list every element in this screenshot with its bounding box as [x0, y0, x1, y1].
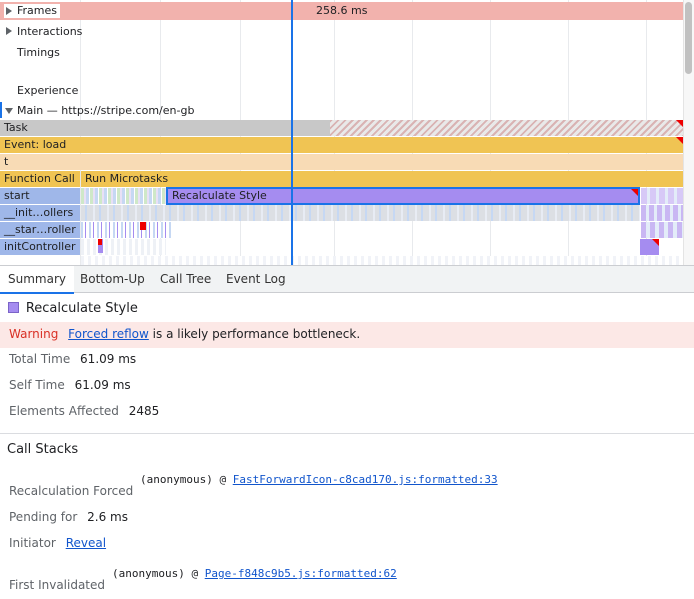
timings-track[interactable]: Timings [0, 44, 683, 62]
total-time-label: Total Time [9, 352, 71, 366]
run-microtasks-label: Run Microtasks [85, 172, 169, 185]
long-task-hatched[interactable] [330, 120, 683, 136]
experience-track[interactable]: Experience [0, 82, 683, 100]
tab-summary[interactable]: Summary [0, 266, 74, 294]
star-roller-bar[interactable]: __star…roller [0, 222, 80, 238]
total-time-row: Total Time 61.09 ms [9, 352, 694, 366]
recalc-forced-label-text: Recalculation Forced [9, 484, 134, 498]
selection-marker [0, 102, 2, 118]
main-thread-label: Main — https://stripe.com/en-gb [17, 104, 195, 117]
function-call-label: Function Call [4, 172, 75, 185]
self-time-row: Self Time 61.09 ms [9, 378, 694, 392]
elements-affected-row: Elements Affected 2485 [9, 404, 694, 418]
elements-affected-label: Elements Affected [9, 404, 119, 418]
interactions-label: Interactions [17, 25, 83, 38]
expand-arrow-icon[interactable] [6, 27, 12, 35]
init-controller-bar[interactable]: initController [0, 239, 80, 255]
first-invalidated-label: First Invalidated [9, 578, 106, 592]
recalculate-style-label: Recalculate Style [172, 189, 267, 202]
self-time-label: Self Time [9, 378, 65, 392]
collapse-arrow-icon[interactable] [5, 108, 13, 114]
star-roller-label: __star…roller [4, 223, 76, 236]
reveal-link[interactable]: Reveal [66, 536, 106, 550]
self-time-value: 61.09 ms [74, 378, 131, 392]
expand-arrow-icon[interactable] [6, 7, 12, 15]
task-bar[interactable]: Task [0, 120, 330, 136]
timeline-panel[interactable]: Frames 258.6 ms Interactions Timings Exp… [0, 0, 694, 265]
event-load-label: Event: load [4, 138, 67, 151]
call-stacks-heading: Call Stacks [7, 442, 79, 457]
warning-row: Warning Forced reflow is a likely perfor… [0, 322, 694, 348]
tab-call-tree[interactable]: Call Tree [152, 266, 219, 293]
frame-duration: 258.6 ms [316, 4, 368, 17]
warning-text: is a likely performance bottleneck. [152, 327, 361, 341]
small-events-strip[interactable] [81, 188, 166, 204]
elements-affected-value: 2485 [128, 404, 160, 418]
initiator-label: Initiator [9, 536, 56, 550]
t-bar[interactable]: t [0, 154, 683, 170]
warning-marker [140, 222, 146, 230]
initiator-row: Initiator Reveal [9, 536, 694, 550]
timeline-scrollbar-thumb[interactable] [685, 2, 692, 74]
small-events-strip[interactable] [641, 188, 683, 204]
pending-label: Pending for [9, 510, 78, 524]
timings-label: Timings [17, 46, 60, 59]
nested-events-strip[interactable] [81, 239, 166, 255]
total-time-value: 61.09 ms [80, 352, 137, 366]
frames-track[interactable]: Frames 258.6 ms [0, 2, 683, 20]
event-title: Recalculate Style [25, 301, 138, 316]
pending-value: 2.6 ms [87, 510, 128, 524]
recalc-forced-label: Recalculation Forced [9, 484, 694, 498]
nested-event[interactable] [640, 239, 659, 255]
init-ollers-label: __init…ollers [4, 206, 74, 219]
warning-label: Warning [9, 327, 59, 341]
event-load-bar[interactable]: Event: load [0, 137, 683, 153]
start-bar[interactable]: start [0, 188, 80, 204]
init-controller-label: initController [4, 240, 76, 253]
time-cursor-line [291, 0, 293, 265]
tab-bottom-up[interactable]: Bottom-Up [72, 266, 153, 293]
first-invalidated-row: First Invalidated [9, 578, 694, 592]
main-thread-header[interactable]: Main — https://stripe.com/en-gb [0, 102, 683, 120]
nested-events-strip [81, 256, 683, 265]
event-title-row: Recalculate Style [8, 301, 694, 317]
experience-label: Experience [17, 84, 79, 97]
function-call-bar[interactable]: Function Call [0, 171, 80, 187]
recalculate-style-bar[interactable]: Recalculate Style [166, 187, 640, 205]
section-divider [0, 433, 694, 434]
pending-row: Pending for 2.6 ms [9, 510, 694, 524]
t-label: t [4, 155, 9, 168]
tab-event-log[interactable]: Event Log [218, 266, 294, 293]
small-events-strip[interactable] [641, 205, 683, 221]
small-events-strip[interactable] [641, 222, 683, 238]
interactions-track[interactable]: Interactions [0, 22, 683, 40]
start-label: start [4, 189, 30, 202]
nested-events-strip[interactable] [81, 205, 640, 221]
forced-reflow-link[interactable]: Forced reflow [68, 327, 149, 341]
run-microtasks-bar[interactable]: Run Microtasks [81, 171, 683, 187]
event-color-swatch [8, 302, 19, 313]
details-tab-bar: Summary Bottom-Up Call Tree Event Log [0, 265, 694, 294]
init-ollers-bar[interactable]: __init…ollers [0, 205, 80, 221]
nested-events-strip[interactable] [81, 222, 171, 238]
task-label: Task [4, 121, 28, 134]
warning-marker [98, 239, 102, 245]
frames-label: Frames [17, 4, 58, 17]
